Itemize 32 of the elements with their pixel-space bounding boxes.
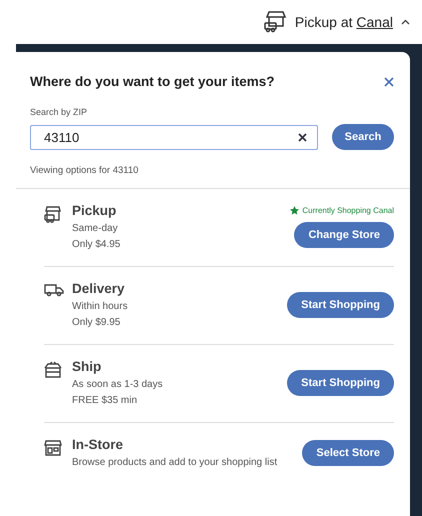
option-title: In-Store <box>72 437 124 452</box>
close-icon[interactable] <box>384 76 394 86</box>
option-title: Pickup <box>72 203 118 218</box>
option-detail: Within hours <box>72 301 129 312</box>
option-button[interactable]: Start Shopping <box>287 292 394 318</box>
zip-input-field[interactable]: 43110 <box>30 124 318 150</box>
option-title: Delivery <box>72 281 126 296</box>
box-icon <box>44 361 62 379</box>
option-button[interactable]: Select Store <box>302 440 394 466</box>
store-icon <box>262 10 287 34</box>
store-link[interactable]: Canal <box>356 14 393 30</box>
panel-title: Where do you want to get your items? <box>30 74 275 89</box>
field-label: Search by ZIP <box>30 107 88 117</box>
pickup-label: Pickup at <box>294 14 353 30</box>
option-detail: Only $4.95 <box>72 239 122 250</box>
option-detail: FREE $35 min <box>72 395 138 406</box>
viewing-options-text: Viewing options for 43110 <box>30 165 140 176</box>
option-detail: Browse products and add to your shopping list <box>72 457 278 468</box>
option-title: Ship <box>72 359 102 374</box>
option-button[interactable]: Change Store <box>294 222 394 248</box>
search-button[interactable]: Search <box>332 124 394 150</box>
option-detail: As soon as 1-3 days <box>72 379 164 390</box>
option-detail: Same-day <box>72 223 119 234</box>
store-icon <box>44 439 62 457</box>
clear-icon[interactable] <box>298 132 307 142</box>
caret-icon[interactable] <box>401 19 410 25</box>
store-icon <box>44 205 62 223</box>
option-detail: Only $9.95 <box>72 317 122 328</box>
truck-icon <box>44 283 64 297</box>
option-button[interactable]: Start Shopping <box>287 370 394 396</box>
star-icon <box>290 206 300 214</box>
current-store-note: Currently Shopping Canal <box>302 206 394 214</box>
